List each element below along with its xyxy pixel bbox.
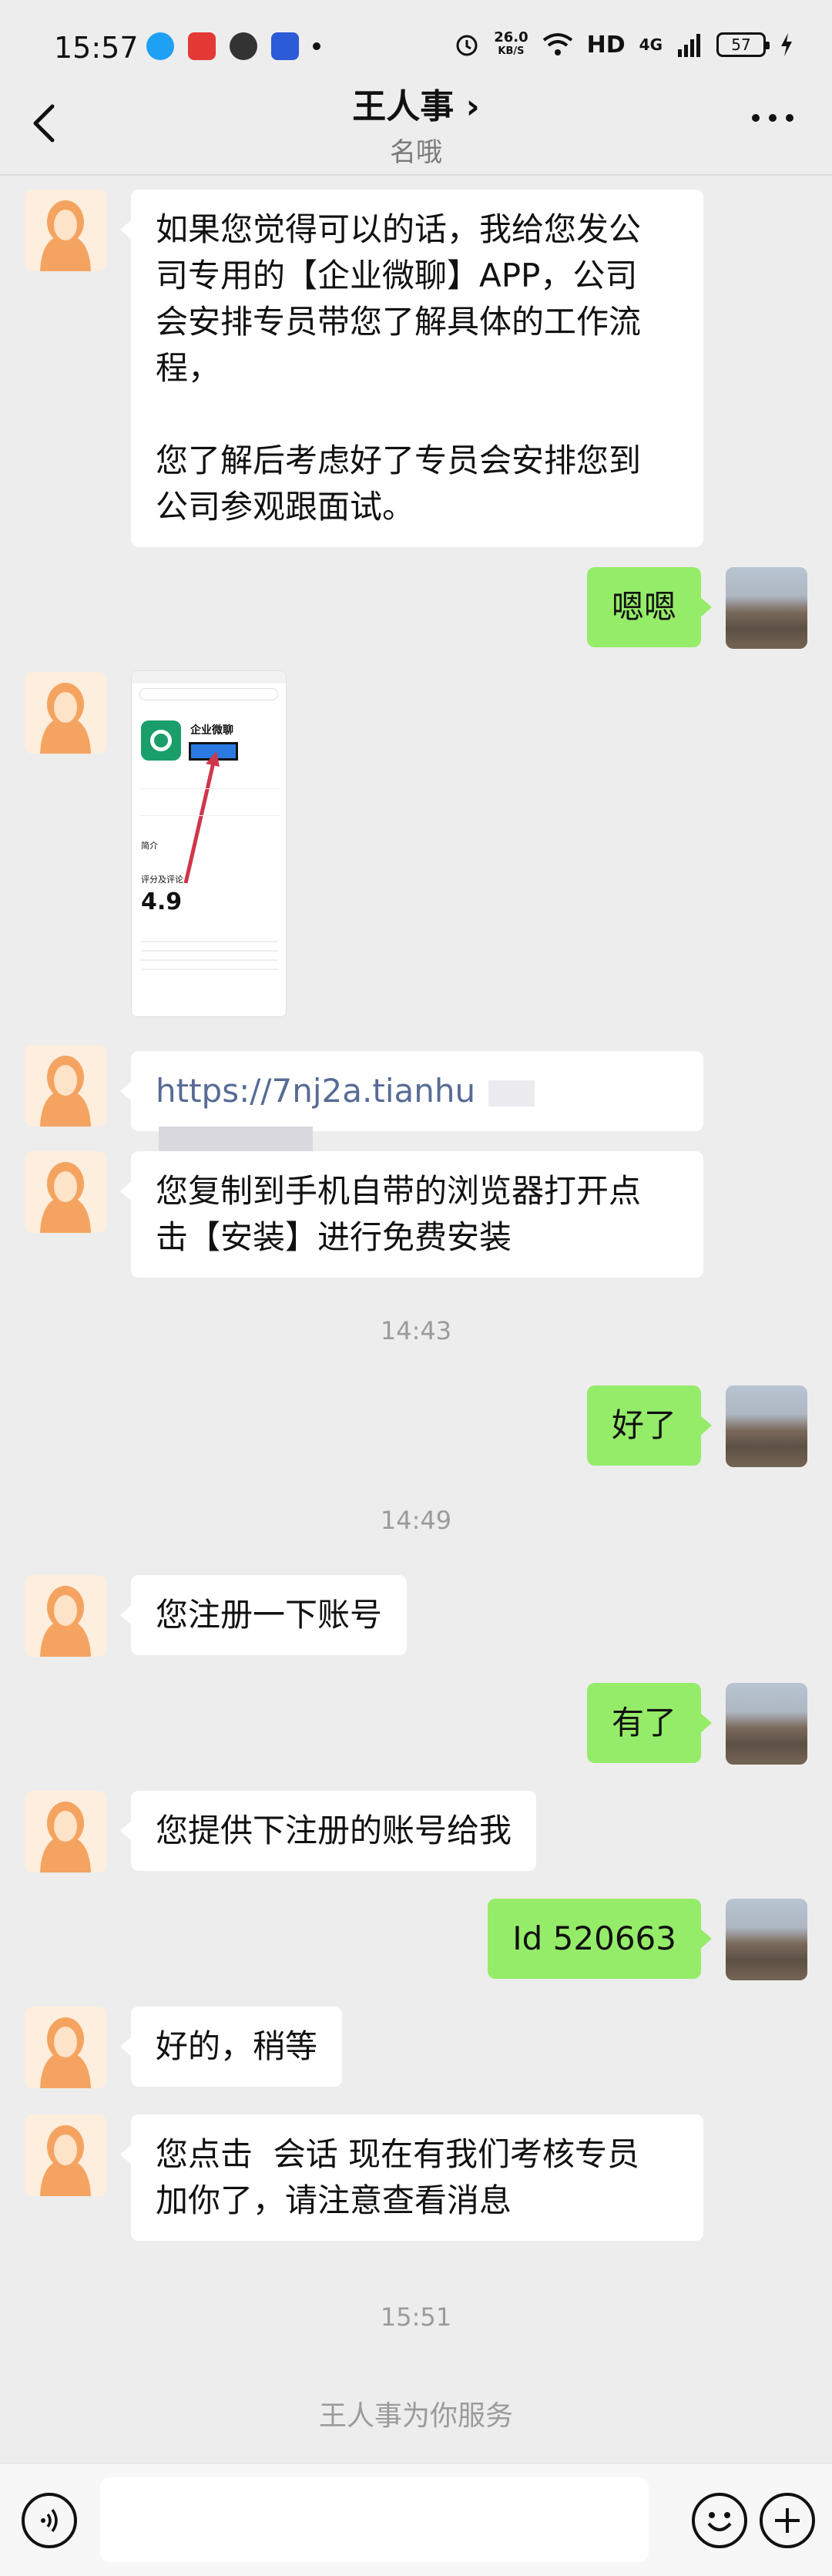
blurred-region xyxy=(488,1080,535,1107)
image-topbar xyxy=(132,671,286,683)
status-app-icons xyxy=(146,32,320,60)
my-avatar[interactable] xyxy=(726,567,807,649)
image-section-rating: 评分及评论 xyxy=(141,875,183,885)
message-text: 有了 xyxy=(611,1704,676,1741)
contact-avatar[interactable] xyxy=(25,672,106,754)
my-avatar[interactable] xyxy=(726,1385,807,1467)
chat-header: 王人事 › 名哦 xyxy=(0,69,832,177)
message-text: Id 520663 xyxy=(512,1919,676,1957)
image-review-block xyxy=(141,933,278,1003)
app-name: 企业微聊 xyxy=(190,724,233,737)
timestamp: 15:51 xyxy=(380,2302,452,2332)
my-avatar[interactable] xyxy=(726,1683,807,1765)
contact-avatar[interactable] xyxy=(25,1045,106,1127)
message-line: 公司参观跟面试。 xyxy=(156,488,415,526)
message-text: 您提供下注册的账号给我 xyxy=(156,1812,512,1849)
alarm-icon xyxy=(456,35,478,56)
charging-icon xyxy=(781,33,792,56)
contact-avatar[interactable] xyxy=(25,2114,106,2196)
link-message-bubble[interactable]: https://7nj2a.tianhu xyxy=(120,1051,703,1153)
blurred-region xyxy=(159,1126,313,1153)
status-time: 15:57 xyxy=(54,31,139,65)
emoji-icon[interactable] xyxy=(692,2493,747,2548)
contact-avatar[interactable] xyxy=(25,190,106,271)
message-bubble[interactable]: 您注册一下账号 xyxy=(119,1575,408,1655)
link-text[interactable]: https://7nj2a.tianhu xyxy=(156,1072,475,1110)
arrow-icon xyxy=(183,751,220,884)
image-section-intro: 简介 xyxy=(141,841,158,851)
message-bubble[interactable]: 您复制到手机自带的浏览器打开点 击【安装】进行免费安装 xyxy=(120,1151,703,1278)
message-line: 如果您觉得可以的话，我给您发公 xyxy=(156,210,642,248)
message-line: 会安排专员带您了解具体的工作流 xyxy=(156,303,642,341)
message-line: 您复制到手机自带的浏览器打开点 xyxy=(156,1172,642,1210)
contact-avatar[interactable] xyxy=(25,2007,106,2088)
wifi-icon xyxy=(542,33,572,55)
wechat-icon xyxy=(230,32,257,60)
input-bar xyxy=(0,2463,832,2576)
app-rating: 4.9 xyxy=(141,888,183,915)
voice-icon[interactable] xyxy=(22,2493,77,2548)
message-line: 您了解后考虑好了专员会安排您到 xyxy=(156,442,642,479)
message-line: 司专用的【企业微聊】APP，公司 xyxy=(156,257,638,294)
app-logo-icon xyxy=(141,720,181,761)
message-line: 您点击 会话 现在有我们考核专员 xyxy=(156,2135,640,2173)
plus-icon[interactable] xyxy=(760,2493,815,2548)
app-icon xyxy=(271,32,299,60)
service-note: 王人事为你服务 xyxy=(318,2400,513,2432)
message-bubble[interactable]: 好的，稍等 xyxy=(119,2007,343,2087)
hd-label: HD xyxy=(586,31,626,59)
news-app-icon xyxy=(188,32,216,60)
message-bubble[interactable]: 嗯嗯 xyxy=(586,567,713,647)
my-avatar[interactable] xyxy=(726,1899,807,1980)
signal-icon xyxy=(678,34,700,57)
contact-avatar[interactable] xyxy=(25,1151,106,1233)
message-line: 加你了，请注意查看消息 xyxy=(156,2181,512,2219)
net-speed-value: 26.0 xyxy=(494,29,528,45)
message-bubble[interactable]: 如果您觉得可以的话，我给您发公 司专用的【企业微聊】APP，公司 会安排专员带您… xyxy=(120,190,703,547)
message-line: 击【安装】进行免费安装 xyxy=(156,1218,512,1256)
message-text: 好了 xyxy=(611,1406,676,1444)
net-speed-unit: KB/S xyxy=(498,45,525,57)
contact-avatar[interactable] xyxy=(25,1791,106,1872)
status-indicators: 26.0 KB/S HD 4G 57 xyxy=(454,31,793,59)
message-line xyxy=(156,391,679,438)
net-speed: 26.0 KB/S xyxy=(494,31,528,59)
message-line: 程， xyxy=(156,349,221,387)
battery-icon: 57 xyxy=(716,32,770,57)
message-bubble[interactable]: Id 520663 xyxy=(488,1899,712,1979)
image-searchbar xyxy=(139,688,278,700)
notification-dot-icon xyxy=(313,42,320,50)
battery-level: 57 xyxy=(731,35,751,54)
chat-subtitle: 名哦 xyxy=(390,137,442,168)
message-input[interactable] xyxy=(100,2477,649,2562)
message-bubble[interactable]: 有了 xyxy=(586,1683,713,1763)
timestamp: 14:43 xyxy=(380,1316,452,1345)
timestamp: 14:49 xyxy=(380,1506,452,1535)
message-text: 您注册一下账号 xyxy=(156,1596,383,1634)
more-icon[interactable] xyxy=(752,114,793,122)
message-text: 好的，稍等 xyxy=(156,2027,318,2065)
message-bubble[interactable]: 好了 xyxy=(586,1385,713,1466)
contact-avatar[interactable] xyxy=(25,1575,106,1657)
message-bubble[interactable]: 您点击 会话 现在有我们考核专员 加你了，请注意查看消息 xyxy=(120,2114,703,2241)
message-bubble[interactable]: 您提供下注册的账号给我 xyxy=(119,1791,537,1871)
message-text: 嗯嗯 xyxy=(611,588,676,626)
image-stats xyxy=(141,788,280,816)
image-message[interactable]: 企业微聊 简介 评分及评论 4.9 xyxy=(131,670,287,1017)
signal-label: 4G xyxy=(639,35,663,54)
chat-title[interactable]: 王人事 › xyxy=(0,79,832,128)
header-divider xyxy=(0,174,832,176)
qq-icon xyxy=(146,32,174,60)
